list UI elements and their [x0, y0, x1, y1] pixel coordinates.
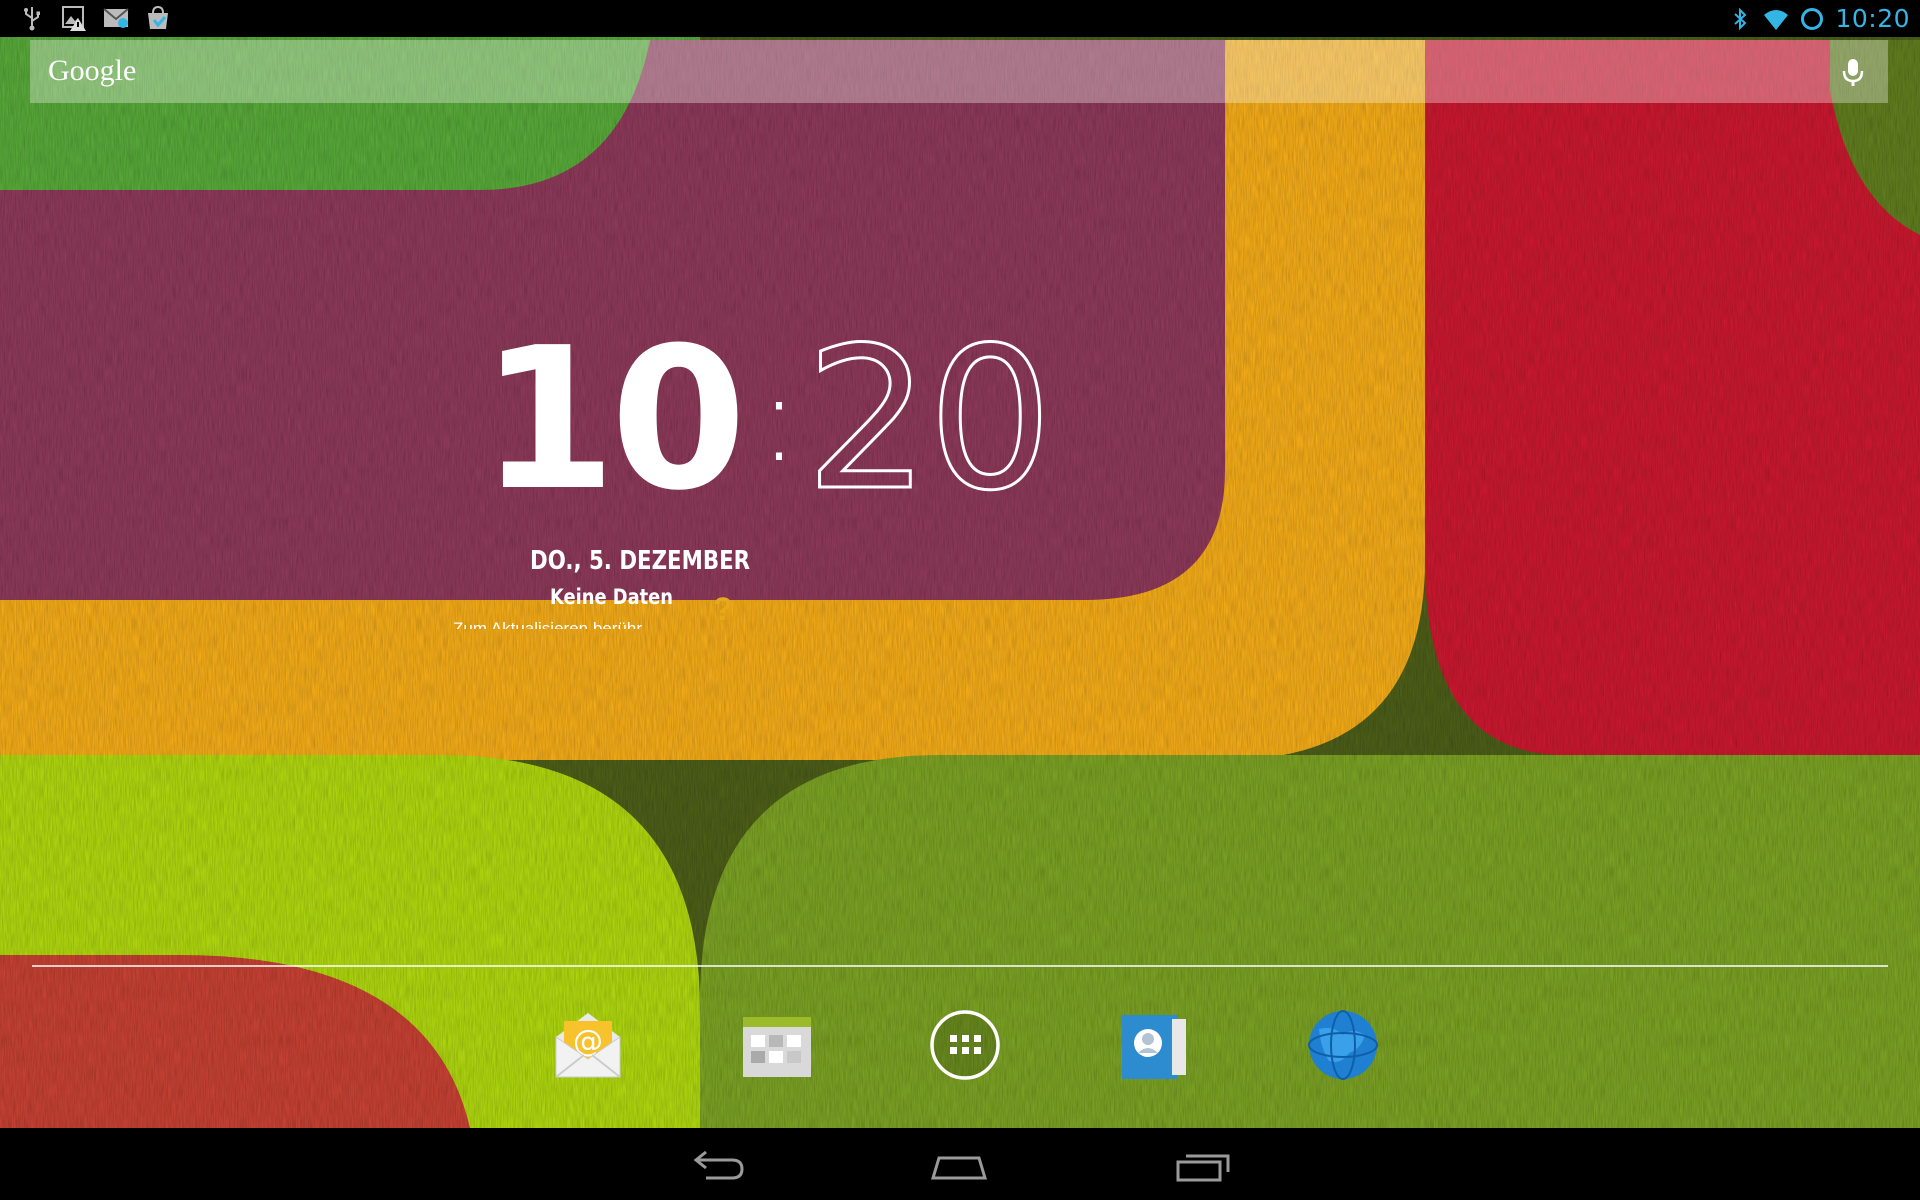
home-icon [930, 1156, 988, 1180]
email-icon: @ [555, 1013, 621, 1078]
navigation-bar [0, 1128, 1920, 1200]
image-warning-icon [62, 6, 86, 31]
dock-divider [32, 965, 1888, 967]
gallery-app[interactable] [737, 1005, 817, 1085]
system-indicators[interactable]: 10:20 [1727, 0, 1910, 37]
back-icon [693, 1150, 744, 1180]
status-clock: 10:20 [1835, 4, 1910, 33]
question-mark-icon: ? [713, 591, 733, 627]
back-button[interactable] [684, 1148, 748, 1184]
recent-apps-icon [1176, 1154, 1230, 1182]
clock-date: DO., 5. DEZEMBER [530, 546, 751, 576]
contacts-app[interactable] [1114, 1005, 1194, 1085]
status-bar: 10:20 [0, 0, 1920, 37]
clock-hours: 10 [480, 306, 747, 534]
usb-icon [24, 7, 40, 31]
notification-icons[interactable] [18, 4, 172, 32]
contacts-icon [1122, 1015, 1186, 1079]
wifi-icon [1764, 9, 1789, 30]
play-store-update-icon [148, 5, 168, 29]
app-drawer-icon [930, 1010, 1000, 1080]
bluetooth-icon [1734, 7, 1747, 30]
browser-globe-icon [1308, 1010, 1378, 1080]
clock-separator: : [758, 350, 800, 489]
browser-app[interactable] [1303, 1005, 1383, 1085]
weather-widget[interactable]: Keine Daten Zum Aktualisieren berühr ? [445, 585, 745, 629]
mic-icon[interactable] [1836, 55, 1870, 89]
clock-widget[interactable]: 10 : 20 [480, 306, 1054, 534]
home-button[interactable] [927, 1148, 991, 1184]
weather-hint: Zum Aktualisieren berühr [453, 619, 642, 629]
weather-status: Keine Daten [550, 585, 673, 609]
clock-minutes: 20 [804, 306, 1054, 534]
google-search-bar[interactable]: Google [30, 40, 1888, 103]
recent-apps-button[interactable] [1172, 1148, 1236, 1184]
app-drawer-button[interactable] [925, 1005, 1005, 1085]
gmail-icon [103, 8, 129, 28]
google-logo[interactable]: Google [48, 54, 136, 88]
dock: @ [0, 1005, 1920, 1105]
sync-icon [1801, 7, 1824, 30]
gallery-icon [743, 1017, 811, 1077]
email-app[interactable]: @ [548, 1005, 628, 1085]
